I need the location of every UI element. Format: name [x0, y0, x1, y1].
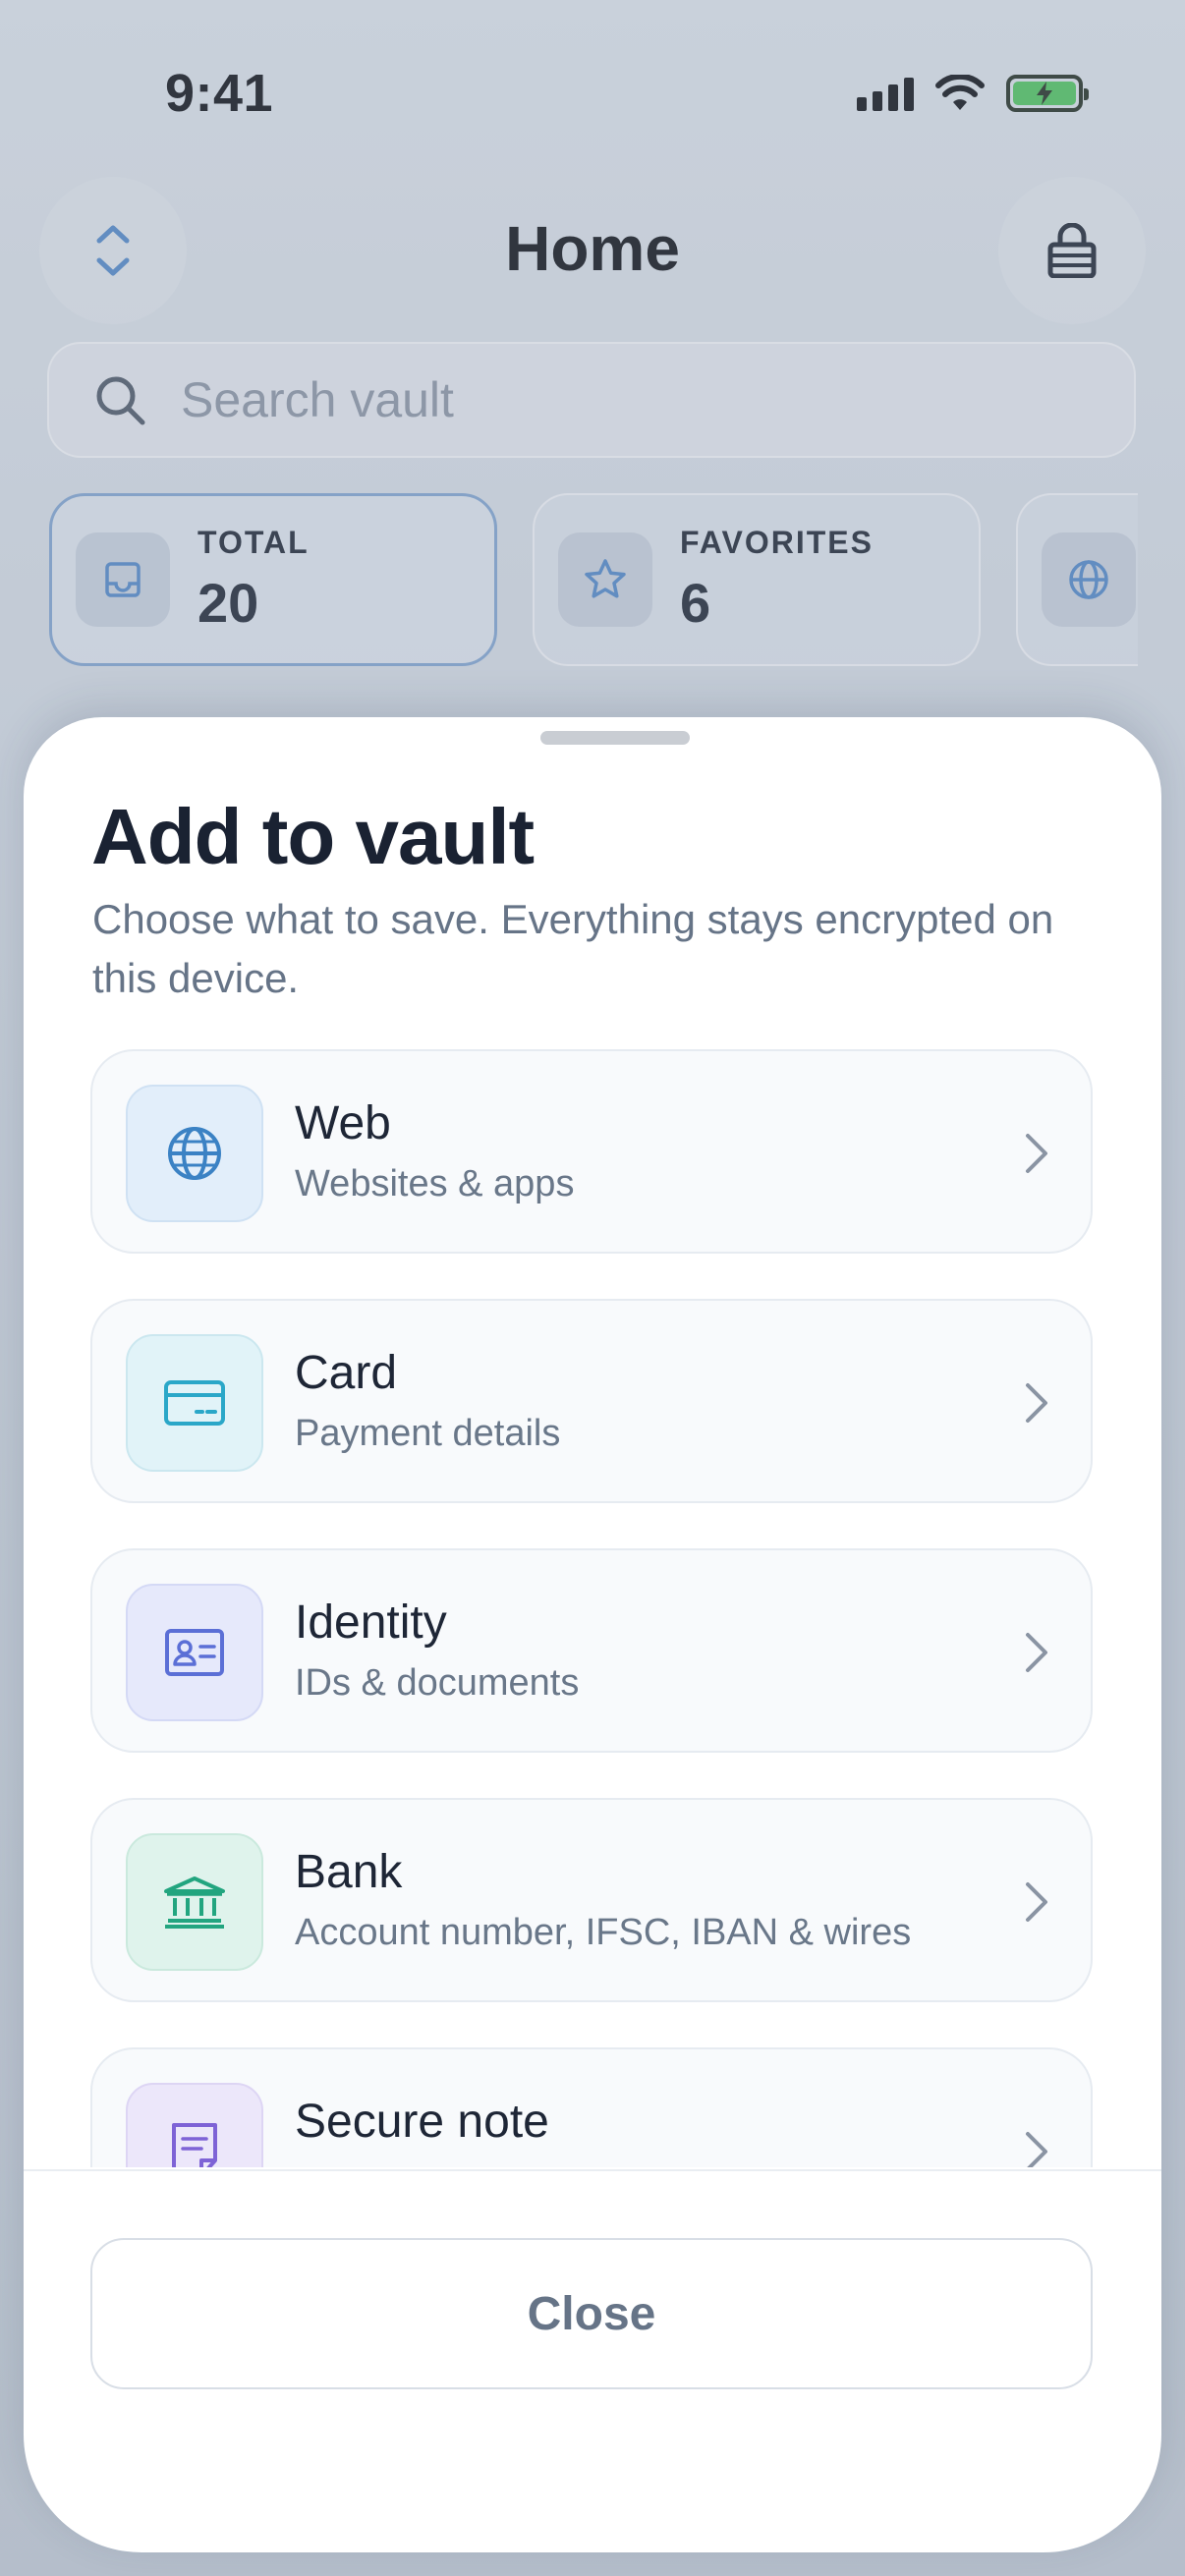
option-title: Secure note: [295, 2096, 549, 2148]
option-secure-note[interactable]: Secure note: [90, 2047, 1093, 2167]
option-title: Web: [295, 1097, 391, 1149]
id-card-icon: [126, 1584, 263, 1721]
option-subtitle: Websites & apps: [295, 1163, 575, 1204]
option-title: Identity: [295, 1596, 447, 1649]
option-subtitle: IDs & documents: [295, 1662, 580, 1704]
option-subtitle: Payment details: [295, 1413, 561, 1454]
chevron-right-icon: [1026, 1882, 1047, 1922]
close-button[interactable]: Close: [90, 2238, 1093, 2389]
sheet-divider: [24, 2169, 1161, 2171]
option-card[interactable]: Card Payment details: [90, 1299, 1093, 1503]
option-web[interactable]: Web Websites & apps: [90, 1049, 1093, 1254]
chevron-right-icon: [1026, 1383, 1047, 1423]
globe-icon: [126, 1085, 263, 1222]
add-to-vault-sheet: Add to vault Choose what to save. Everyt…: [24, 717, 1161, 2552]
option-title: Card: [295, 1347, 398, 1399]
option-list: Web Websites & apps Card Payment details: [90, 1049, 1093, 2167]
option-bank[interactable]: Bank Account number, IFSC, IBAN & wires: [90, 1798, 1093, 2002]
bank-icon: [126, 1833, 263, 1971]
sheet-title: Add to vault: [91, 793, 535, 880]
note-icon: [126, 2083, 263, 2167]
credit-card-icon: [126, 1334, 263, 1472]
sheet-subtitle: Choose what to save. Everything stays en…: [92, 896, 1054, 1001]
chevron-right-icon: [1026, 2132, 1047, 2167]
chevron-right-icon: [1026, 1633, 1047, 1672]
sheet-grabber[interactable]: [540, 731, 690, 745]
option-identity[interactable]: Identity IDs & documents: [90, 1548, 1093, 1753]
option-title: Bank: [295, 1846, 403, 1898]
option-subtitle: Account number, IFSC, IBAN & wires: [295, 1912, 912, 1953]
chevron-right-icon: [1026, 1134, 1047, 1173]
